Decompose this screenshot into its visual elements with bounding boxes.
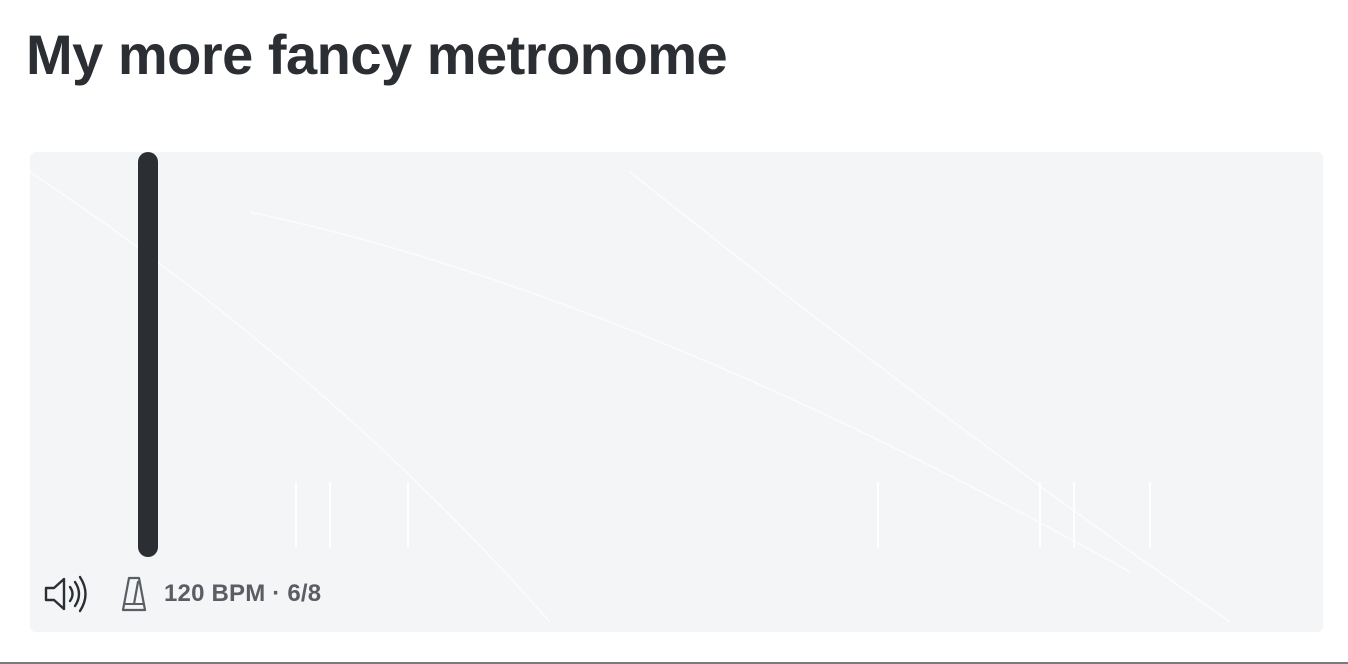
status-bar: 120 BPM · 6/8 [44,574,321,614]
speaker-volume-icon[interactable] [44,574,94,614]
page: My more fancy metronome 120 BPM · 6/8 [0,0,1348,664]
page-title: My more fancy metronome [26,23,728,86]
tempo-readout: 120 BPM · 6/8 [164,580,322,607]
metronome-icon[interactable] [120,574,148,614]
panel-texture [30,171,1231,623]
metronome-panel[interactable]: 120 BPM · 6/8 [30,152,1323,632]
metronome-pendulum [138,152,158,557]
